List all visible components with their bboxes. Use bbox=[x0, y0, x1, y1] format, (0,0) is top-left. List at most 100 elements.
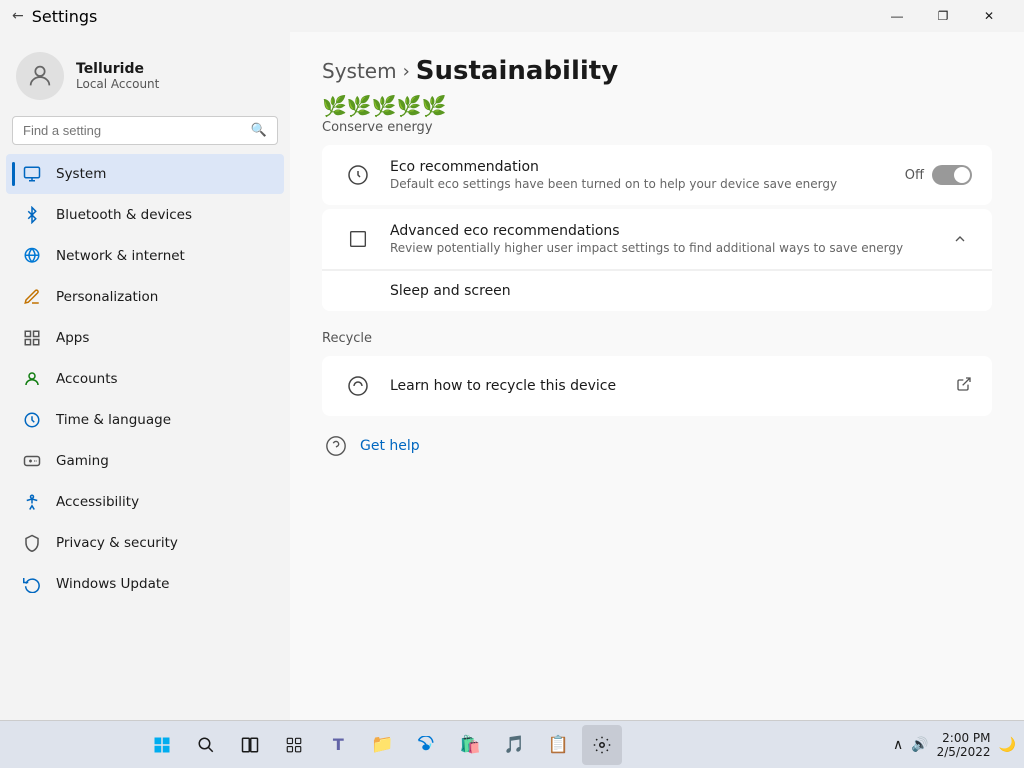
maximize-button[interactable]: ❐ bbox=[920, 0, 966, 32]
search-box[interactable]: 🔍 bbox=[12, 116, 278, 145]
recycle-section: Recycle Learn how to recycle this device bbox=[322, 331, 992, 416]
user-account-type: Local Account bbox=[76, 77, 159, 91]
sidebar-item-system[interactable]: System bbox=[6, 154, 284, 194]
media-button[interactable]: 🎵 bbox=[494, 725, 534, 765]
eco-recommendation-row[interactable]: Eco recommendation Default eco settings … bbox=[322, 145, 992, 205]
title-bar-title: Settings bbox=[32, 7, 98, 26]
sidebar-item-privacy[interactable]: Privacy & security bbox=[6, 523, 284, 563]
edge-button[interactable] bbox=[406, 725, 446, 765]
content-area: System › Sustainability 🌿🌿🌿🌿🌿 Conserve e… bbox=[290, 32, 1024, 720]
sidebar-item-accounts[interactable]: Accounts bbox=[6, 359, 284, 399]
breadcrumb-parent[interactable]: System bbox=[322, 59, 397, 83]
breadcrumb: System › Sustainability bbox=[322, 56, 992, 86]
title-bar-controls: — ❐ ✕ bbox=[874, 0, 1012, 32]
sidebar-item-label-accounts: Accounts bbox=[56, 371, 118, 387]
store-button[interactable]: 🛍️ bbox=[450, 725, 490, 765]
sidebar-item-gaming[interactable]: Gaming bbox=[6, 441, 284, 481]
personalization-icon bbox=[22, 287, 42, 307]
taskbar-search-button[interactable] bbox=[186, 725, 226, 765]
learn-recycle-row[interactable]: Learn how to recycle this device bbox=[322, 356, 992, 416]
recycle-card: Learn how to recycle this device bbox=[322, 356, 992, 416]
sidebar: Telluride Local Account 🔍 System Bluetoo… bbox=[0, 32, 290, 720]
time-icon bbox=[22, 410, 42, 430]
avatar bbox=[16, 52, 64, 100]
sidebar-item-network[interactable]: Network & internet bbox=[6, 236, 284, 276]
taskbar-date-value: 2/5/2022 bbox=[937, 745, 991, 759]
system-tray: ∧ 🔊 2:00 PM 2/5/2022 🌙 bbox=[893, 731, 1016, 759]
advanced-eco-card: Advanced eco recommendations Review pote… bbox=[322, 209, 992, 311]
notification-icon[interactable]: 🌙 bbox=[999, 737, 1016, 753]
bluetooth-icon bbox=[22, 205, 42, 225]
title-bar-left: ← Settings bbox=[12, 7, 97, 26]
apps-icon bbox=[22, 328, 42, 348]
search-input[interactable] bbox=[23, 123, 243, 138]
recycle-section-label: Recycle bbox=[322, 331, 992, 346]
get-help-icon bbox=[322, 432, 350, 460]
get-help-label[interactable]: Get help bbox=[360, 438, 420, 454]
minimize-button[interactable]: — bbox=[874, 0, 920, 32]
sidebar-nav: System Bluetooth & devices Network & int… bbox=[0, 153, 290, 605]
main-container: Telluride Local Account 🔍 System Bluetoo… bbox=[0, 32, 1024, 720]
sidebar-item-label-update: Windows Update bbox=[56, 576, 169, 592]
task-view-button[interactable] bbox=[230, 725, 270, 765]
sidebar-item-label-accessibility: Accessibility bbox=[56, 494, 139, 510]
advanced-eco-title: Advanced eco recommendations bbox=[390, 223, 932, 239]
teams-button[interactable]: T bbox=[318, 725, 358, 765]
user-profile[interactable]: Telluride Local Account bbox=[0, 40, 290, 116]
sidebar-item-label-system: System bbox=[56, 166, 106, 182]
start-button[interactable] bbox=[142, 725, 182, 765]
sidebar-item-bluetooth[interactable]: Bluetooth & devices bbox=[6, 195, 284, 235]
eco-recommendation-icon bbox=[342, 159, 374, 191]
file-explorer-button[interactable]: 📁 bbox=[362, 725, 402, 765]
system-icon bbox=[22, 164, 42, 184]
settings-taskbar-button[interactable] bbox=[582, 725, 622, 765]
learn-recycle-title: Learn how to recycle this device bbox=[390, 378, 940, 394]
external-link-icon bbox=[956, 376, 972, 396]
eco-recommendation-title: Eco recommendation bbox=[390, 159, 889, 175]
accessibility-icon bbox=[22, 492, 42, 512]
user-name: Telluride bbox=[76, 61, 159, 77]
advanced-eco-row[interactable]: Advanced eco recommendations Review pote… bbox=[322, 209, 992, 270]
tray-chevron[interactable]: ∧ bbox=[893, 737, 903, 753]
notes-button[interactable]: 📋 bbox=[538, 725, 578, 765]
sidebar-item-time[interactable]: Time & language bbox=[6, 400, 284, 440]
eco-card: Eco recommendation Default eco settings … bbox=[322, 145, 992, 205]
eco-recommendation-desc: Default eco settings have been turned on… bbox=[390, 177, 889, 191]
privacy-icon bbox=[22, 533, 42, 553]
sidebar-item-accessibility[interactable]: Accessibility bbox=[6, 482, 284, 522]
eco-recommendation-text: Eco recommendation Default eco settings … bbox=[390, 159, 889, 191]
sidebar-item-label-network: Network & internet bbox=[56, 248, 185, 264]
accounts-icon bbox=[22, 369, 42, 389]
widgets-button[interactable] bbox=[274, 725, 314, 765]
sidebar-item-label-privacy: Privacy & security bbox=[56, 535, 178, 551]
sidebar-item-personalization[interactable]: Personalization bbox=[6, 277, 284, 317]
eco-toggle-label: Off bbox=[905, 168, 924, 183]
update-icon bbox=[22, 574, 42, 594]
taskbar-clock[interactable]: 2:00 PM 2/5/2022 bbox=[937, 731, 991, 759]
sidebar-item-label-bluetooth: Bluetooth & devices bbox=[56, 207, 192, 223]
taskbar: T 📁 🛍️ 🎵 📋 ∧ 🔊 bbox=[0, 720, 1024, 768]
network-icon bbox=[22, 246, 42, 266]
close-button[interactable]: ✕ bbox=[966, 0, 1012, 32]
tray-volume[interactable]: 🔊 bbox=[911, 737, 928, 753]
gaming-icon bbox=[22, 451, 42, 471]
advanced-eco-desc: Review potentially higher user impact se… bbox=[390, 241, 932, 255]
sleep-and-screen-row[interactable]: Sleep and screen bbox=[322, 270, 992, 311]
learn-recycle-text: Learn how to recycle this device bbox=[390, 378, 940, 394]
sidebar-item-label-apps: Apps bbox=[56, 330, 89, 346]
advanced-eco-expand[interactable] bbox=[948, 227, 972, 251]
advanced-eco-icon bbox=[342, 223, 374, 255]
leaf-icons: 🌿🌿🌿🌿🌿 bbox=[322, 94, 992, 118]
taskbar-center: T 📁 🛍️ 🎵 📋 bbox=[142, 725, 622, 765]
search-icon: 🔍 bbox=[251, 123, 267, 138]
sidebar-item-label-personalization: Personalization bbox=[56, 289, 158, 305]
recycle-icon bbox=[342, 370, 374, 402]
sleep-and-screen-title: Sleep and screen bbox=[390, 283, 511, 299]
get-help-row[interactable]: Get help bbox=[322, 432, 992, 460]
eco-toggle[interactable] bbox=[932, 165, 972, 185]
conserve-section-label: Conserve energy bbox=[322, 120, 992, 135]
back-arrow[interactable]: ← bbox=[12, 8, 24, 24]
sidebar-item-apps[interactable]: Apps bbox=[6, 318, 284, 358]
sidebar-item-update[interactable]: Windows Update bbox=[6, 564, 284, 604]
taskbar-time-value: 2:00 PM bbox=[937, 731, 991, 745]
